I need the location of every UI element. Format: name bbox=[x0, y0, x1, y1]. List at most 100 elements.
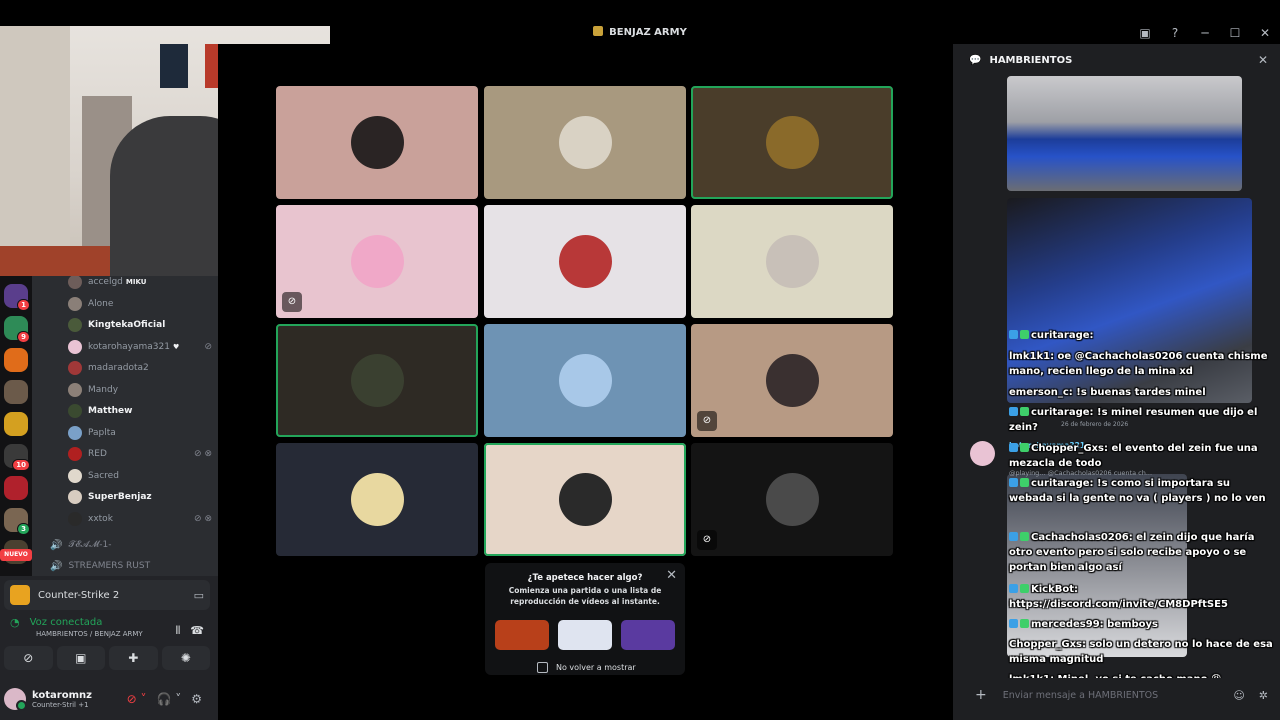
video-tile[interactable] bbox=[484, 443, 686, 556]
server-icon[interactable] bbox=[4, 412, 28, 436]
voice-channel-name: STREAMERS RUST bbox=[68, 561, 151, 571]
server-icon[interactable]: 1 bbox=[4, 284, 30, 311]
video-tile[interactable] bbox=[484, 205, 686, 318]
settings-gear-icon[interactable]: ⚙ bbox=[191, 692, 202, 706]
camera-off-icon[interactable]: ⊘ bbox=[4, 646, 53, 670]
server-icon[interactable] bbox=[4, 348, 28, 372]
badge-icon bbox=[1020, 532, 1029, 541]
close-chat-icon[interactable]: ✕ bbox=[1258, 53, 1268, 67]
server-icon[interactable]: 10 bbox=[4, 444, 30, 471]
game-icon bbox=[10, 585, 30, 605]
noise-suppression-icon[interactable]: ⫴ bbox=[176, 624, 181, 638]
headphones-icon[interactable]: 🎧 ˅ bbox=[156, 692, 181, 706]
screen-icon[interactable]: ▣ bbox=[1136, 24, 1154, 42]
soundboard-icon[interactable]: ✺ bbox=[161, 646, 210, 670]
plus-icon[interactable]: + bbox=[975, 687, 987, 703]
video-tile[interactable]: ⊘ bbox=[691, 324, 893, 437]
video-tile[interactable]: ⊘ bbox=[276, 205, 478, 318]
screen-share-icon[interactable]: ▣ bbox=[56, 646, 105, 670]
voice-user[interactable]: madaradota2 bbox=[68, 358, 212, 378]
sticker-icon[interactable]: ☺ bbox=[1233, 689, 1244, 702]
avatar[interactable] bbox=[4, 688, 27, 711]
activity-app-card[interactable] bbox=[558, 620, 612, 650]
voice-user[interactable]: Alone bbox=[68, 294, 212, 314]
chat-overlay-message: emerson_c: !s buenas tardes minel bbox=[1009, 385, 1277, 400]
chat-overlay-message: curitarage: !s como si importara su weba… bbox=[1009, 476, 1277, 506]
video-tile[interactable]: ⊘ bbox=[691, 443, 893, 556]
maximize-icon[interactable]: ☐ bbox=[1226, 24, 1244, 42]
muted-status-icon: ⊘ bbox=[204, 341, 212, 352]
avatar bbox=[68, 468, 82, 483]
badge-icon bbox=[1020, 407, 1029, 416]
video-tile[interactable] bbox=[276, 86, 478, 199]
user-status: Counter-Stril +1 bbox=[32, 700, 89, 709]
voice-user-name: madaradota2 bbox=[88, 363, 149, 373]
badge-icon bbox=[1009, 619, 1018, 628]
help-icon[interactable]: ? bbox=[1166, 24, 1184, 42]
close-icon[interactable]: ✕ bbox=[1256, 24, 1274, 42]
voice-user[interactable]: Matthew bbox=[68, 401, 212, 421]
game-name: Counter-Strike 2 bbox=[38, 589, 120, 601]
voice-user[interactable]: kotarohayama321 ♥ ⊘ bbox=[68, 337, 212, 357]
minimize-icon[interactable]: ─ bbox=[1196, 24, 1214, 42]
badge-icon bbox=[1020, 584, 1029, 593]
deafened-icon: ⊘ bbox=[282, 292, 302, 312]
voice-user[interactable]: SuperBenjaz bbox=[68, 487, 212, 507]
video-tile[interactable] bbox=[276, 443, 478, 556]
voice-channel[interactable]: 🔊 𝓣𝓔𝓐𝓜-1- bbox=[50, 536, 112, 554]
signal-icon[interactable]: ◔ bbox=[10, 616, 20, 629]
avatar bbox=[68, 404, 82, 418]
video-tile[interactable] bbox=[691, 205, 893, 318]
avatar bbox=[68, 490, 82, 504]
message-text: curitarage: !s como si importara su weba… bbox=[1009, 478, 1266, 504]
voice-channel[interactable]: 🔊 STREAMERS RUST bbox=[50, 557, 150, 575]
voice-user[interactable]: xxtok ⊘ ⊗ bbox=[68, 509, 212, 529]
video-tile[interactable] bbox=[691, 86, 893, 199]
server-icon[interactable] bbox=[4, 380, 28, 404]
chat-overlay-message: Cachacholas0206: el zein dijo que haría … bbox=[1009, 530, 1277, 575]
chat-overlay-message: curitarage: bbox=[1009, 328, 1277, 343]
chat-input-bar: + ☺ ✲ bbox=[965, 678, 1274, 712]
avatar bbox=[68, 276, 82, 289]
voice-user[interactable]: accelgd MIKU bbox=[68, 276, 212, 292]
server-icon[interactable]: 3 bbox=[4, 508, 30, 535]
voice-user[interactable]: RED ⊘ ⊗ bbox=[68, 444, 212, 464]
checkbox-label: No volver a mostrar bbox=[556, 663, 636, 672]
avatar[interactable] bbox=[970, 441, 995, 466]
dont-show-checkbox[interactable]: No volver a mostrar bbox=[537, 662, 636, 673]
voice-user[interactable]: KingtekaOficial bbox=[68, 315, 212, 335]
voice-user-name: Mandy bbox=[88, 384, 119, 395]
server-icon[interactable]: 9 bbox=[4, 316, 30, 343]
voice-user[interactable]: Mandy bbox=[68, 380, 212, 400]
disconnect-icon[interactable]: ☎ bbox=[190, 624, 204, 638]
voice-user[interactable]: Sacred bbox=[68, 466, 212, 486]
voice-user-name: accelgd MIKU bbox=[88, 277, 147, 287]
activities-icon[interactable]: ✚ bbox=[109, 646, 158, 670]
shared-image[interactable] bbox=[1007, 76, 1242, 191]
video-tile[interactable] bbox=[484, 86, 686, 199]
server-icon[interactable] bbox=[4, 476, 28, 500]
avatar bbox=[68, 425, 82, 440]
mic-muted-icon[interactable]: ⊘ ˅ bbox=[127, 692, 147, 706]
video-tile[interactable] bbox=[484, 324, 686, 437]
voice-controls: ⊘ ▣ ✚ ✺ bbox=[4, 646, 210, 672]
checkbox-icon[interactable] bbox=[537, 662, 548, 673]
voice-user[interactable]: Paplta bbox=[68, 423, 212, 443]
chat-input[interactable] bbox=[1002, 689, 1203, 701]
voice-user-name: Paplta bbox=[88, 427, 116, 438]
stream-game-icon[interactable]: ▭ bbox=[194, 589, 204, 602]
message-text: KickBot: https://discord.com/invite/CM8D… bbox=[1009, 584, 1228, 610]
game-activity[interactable]: Counter-Strike 2 ▭ bbox=[4, 580, 210, 610]
emoji-icon[interactable]: ✲ bbox=[1259, 689, 1268, 702]
avatar bbox=[559, 354, 612, 407]
activity-app-card[interactable] bbox=[495, 620, 549, 650]
voice-user-name: kotarohayama321 ♥ bbox=[88, 341, 180, 352]
mention-badge: 10 bbox=[12, 459, 30, 471]
speaker-icon: 🔊 bbox=[50, 539, 63, 551]
badge-icon bbox=[1020, 619, 1029, 628]
video-tile[interactable] bbox=[276, 324, 478, 437]
activity-app-card[interactable] bbox=[621, 620, 675, 650]
new-badge: NUEVO bbox=[0, 549, 32, 561]
user-name[interactable]: kotaromnz bbox=[32, 690, 92, 701]
badge-icon bbox=[1009, 330, 1018, 339]
